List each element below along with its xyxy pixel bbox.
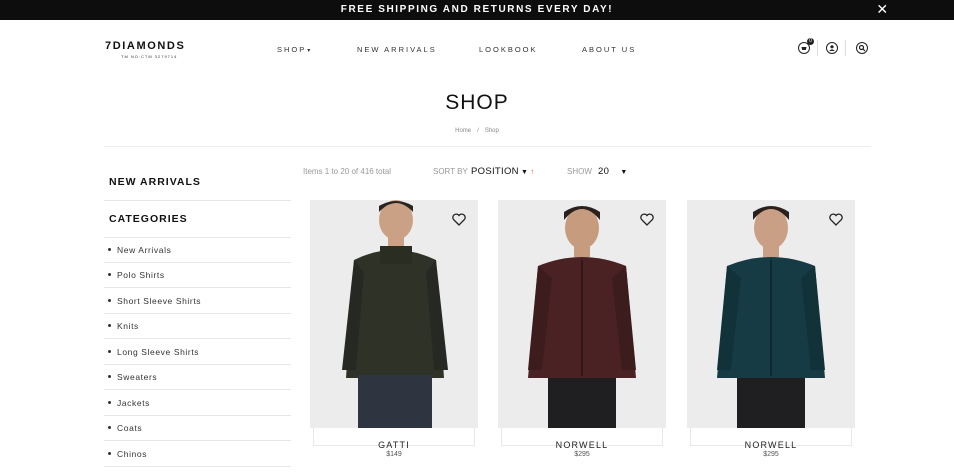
category-label: New Arrivals xyxy=(117,245,172,255)
sidebar-divider xyxy=(104,200,291,201)
product-image[interactable] xyxy=(498,200,666,428)
sort-direction-icon[interactable]: ↑ xyxy=(530,167,534,176)
sidebar-divider xyxy=(104,389,291,390)
sort-by-select[interactable]: POSITION ▼ ↑ xyxy=(471,166,534,177)
sidebar-divider xyxy=(104,262,291,263)
sidebar-divider xyxy=(104,466,291,467)
wishlist-heart-icon[interactable] xyxy=(452,213,466,226)
category-item[interactable]: New Arrivals xyxy=(108,245,171,255)
caret-down-icon: ▾ xyxy=(307,48,313,54)
sidebar-divider xyxy=(104,237,291,238)
header-divider xyxy=(817,40,818,56)
wishlist-heart-icon[interactable] xyxy=(829,213,843,226)
section-divider xyxy=(104,146,871,147)
sidebar-divider xyxy=(104,364,291,365)
product-image[interactable] xyxy=(687,200,855,428)
nav-shop[interactable]: SHOP▾ xyxy=(277,45,312,54)
wishlist-heart-icon[interactable] xyxy=(640,213,654,226)
sort-by-value: POSITION xyxy=(471,166,519,177)
category-label: Coats xyxy=(117,423,143,433)
header-divider xyxy=(845,40,846,56)
bullet-icon xyxy=(108,273,111,277)
category-item[interactable]: Sweaters xyxy=(108,372,157,382)
nav-lookbook[interactable]: LOOKBOOK xyxy=(479,45,538,54)
category-item[interactable]: Polo Shirts xyxy=(108,270,165,280)
page-title: SHOP xyxy=(445,91,509,114)
brand-name: 7DIAMONDS xyxy=(105,40,186,52)
show-value: 20 xyxy=(598,166,610,177)
dropdown-caret-icon: ▼ xyxy=(521,169,528,176)
product-name[interactable]: NORWELL xyxy=(498,440,666,450)
nav-new-arrivals[interactable]: NEW ARRIVALS xyxy=(357,45,437,54)
cart-count-badge: 0 xyxy=(807,38,814,45)
bullet-icon xyxy=(108,375,111,379)
product-card[interactable] xyxy=(687,200,855,463)
sort-by-label: SORT BY xyxy=(433,167,468,176)
category-label: Knits xyxy=(117,321,139,331)
category-item[interactable]: Coats xyxy=(108,423,142,433)
bullet-icon xyxy=(108,426,111,430)
sidebar-categories-heading: CATEGORIES xyxy=(109,213,188,225)
sidebar-divider xyxy=(104,440,291,441)
dropdown-caret-icon: ▼ xyxy=(620,169,628,176)
show-label: SHOW xyxy=(567,167,592,176)
product-card[interactable] xyxy=(498,200,666,463)
category-label: Long Sleeve Shirts xyxy=(117,347,200,357)
bullet-icon xyxy=(108,452,111,456)
close-icon[interactable]: ✕ xyxy=(876,1,890,17)
product-card[interactable] xyxy=(310,200,478,463)
nav-about-us[interactable]: ABOUT US xyxy=(582,45,636,54)
breadcrumb: Home / Shop xyxy=(0,128,954,134)
category-item[interactable]: Long Sleeve Shirts xyxy=(108,347,199,357)
nav-shop-label: SHOP xyxy=(277,45,307,54)
cart-icon[interactable]: 0 xyxy=(798,38,814,54)
show-select[interactable]: 20 ▼ xyxy=(598,166,627,177)
category-label: Polo Shirts xyxy=(117,270,165,280)
product-price: $295 xyxy=(763,451,779,458)
sidebar-divider xyxy=(104,338,291,339)
category-label: Short Sleeve Shirts xyxy=(117,296,202,306)
sidebar-new-arrivals-heading[interactable]: NEW ARRIVALS xyxy=(109,176,201,188)
category-item[interactable]: Jackets xyxy=(108,398,150,408)
product-price: $295 xyxy=(574,451,590,458)
bullet-icon xyxy=(108,324,111,328)
category-item[interactable]: Short Sleeve Shirts xyxy=(108,296,201,306)
product-price: $149 xyxy=(386,451,402,458)
product-image[interactable] xyxy=(310,200,478,428)
category-item[interactable]: Chinos xyxy=(108,449,147,459)
logo[interactable]: 7DIAMONDS TM NO:CTM 3279714 xyxy=(105,40,185,59)
category-item[interactable]: Knits xyxy=(108,321,139,331)
sidebar-divider xyxy=(104,287,291,288)
breadcrumb-current: Shop xyxy=(484,128,499,134)
search-icon[interactable] xyxy=(856,42,868,54)
sidebar-divider xyxy=(104,313,291,314)
bullet-icon xyxy=(108,299,111,303)
bullet-icon xyxy=(108,350,111,354)
brand-tagline: TM NO:CTM 3279714 xyxy=(121,54,178,59)
breadcrumb-separator: / xyxy=(477,128,479,134)
bullet-icon xyxy=(108,248,111,252)
breadcrumb-home[interactable]: Home xyxy=(455,128,471,134)
account-icon[interactable] xyxy=(826,42,838,54)
promo-bar: FREE SHIPPING AND RETURNS EVERY DAY! ✕ xyxy=(0,0,954,20)
product-name[interactable]: NORWELL xyxy=(687,440,855,450)
bullet-icon xyxy=(108,401,111,405)
promo-text: FREE SHIPPING AND RETURNS EVERY DAY! xyxy=(340,4,614,15)
items-count: Items 1 to 20 of 416 total xyxy=(303,167,392,176)
sidebar-divider xyxy=(104,415,291,416)
category-label: Jackets xyxy=(117,398,151,408)
category-label: Sweaters xyxy=(117,372,158,382)
category-label: Chinos xyxy=(117,449,148,459)
product-name[interactable]: GATTI xyxy=(310,440,478,450)
